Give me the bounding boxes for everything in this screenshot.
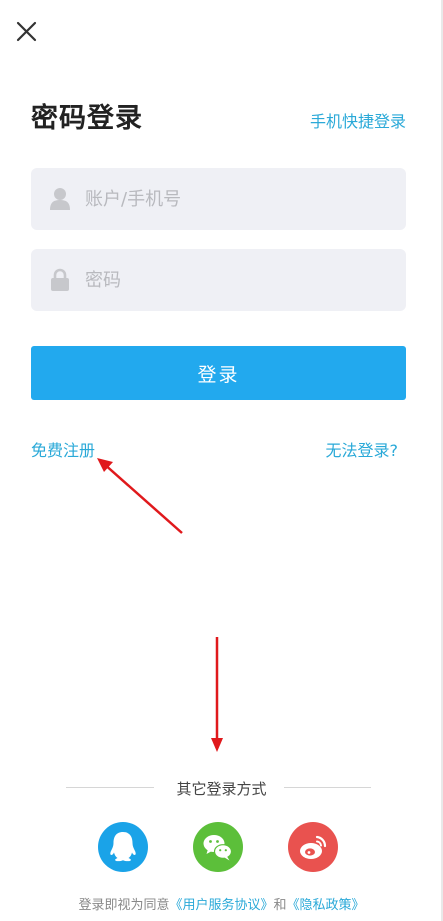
password-field[interactable] <box>31 249 406 311</box>
agreement-text: 登录即视为同意《用户服务协议》和《隐私政策》 <box>0 894 443 913</box>
divider-right <box>284 787 371 788</box>
account-input[interactable] <box>85 168 385 230</box>
login-button[interactable]: 登录 <box>31 346 406 400</box>
wechat-icon <box>193 822 243 872</box>
close-button[interactable] <box>14 18 40 44</box>
lock-icon <box>51 268 69 291</box>
password-input[interactable] <box>85 249 385 311</box>
close-icon <box>16 21 37 42</box>
annotation-arrow-down <box>211 637 223 752</box>
other-login-label: 其它登录方式 <box>176 780 267 798</box>
user-icon <box>50 188 70 210</box>
account-field[interactable] <box>31 168 406 230</box>
weibo-login-button[interactable] <box>288 822 338 872</box>
user-agreement-link[interactable]: 《用户服务协议》 <box>169 898 273 913</box>
qq-icon <box>98 822 148 872</box>
privacy-policy-link[interactable]: 《隐私政策》 <box>287 898 365 913</box>
free-register-link[interactable]: 免费注册 <box>31 437 95 461</box>
weibo-icon <box>288 822 338 872</box>
qq-login-button[interactable] <box>98 822 148 872</box>
page-title: 密码登录 <box>31 103 143 134</box>
annotation-arrow-register <box>97 458 183 534</box>
phone-quick-login-link[interactable]: 手机快捷登录 <box>310 108 406 132</box>
wechat-login-button[interactable] <box>193 822 243 872</box>
agreement-and: 和 <box>273 898 287 913</box>
cannot-login-link[interactable]: 无法登录? <box>326 437 399 461</box>
agreement-prefix: 登录即视为同意 <box>78 898 170 913</box>
